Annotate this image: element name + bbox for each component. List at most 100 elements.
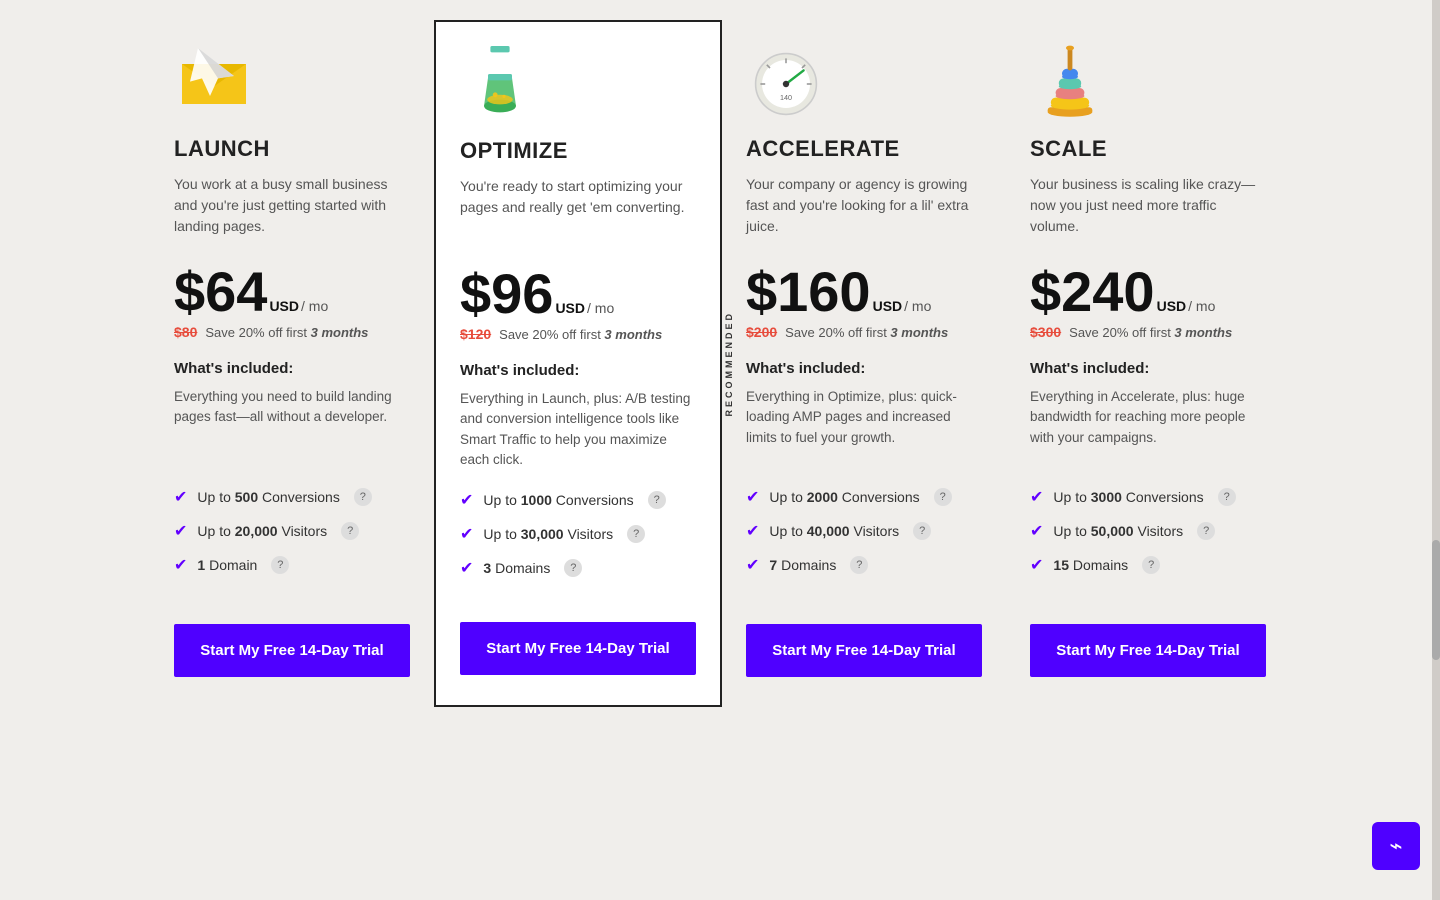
plan-description: You're ready to start optimizing your pa… — [460, 176, 696, 246]
cta-button[interactable]: Start My Free 14-Day Trial — [746, 624, 982, 677]
help-icon[interactable]: ? — [271, 556, 289, 574]
check-icon: ✔ — [174, 521, 187, 541]
feature-item: ✔ Up to 20,000 Visitors ? — [174, 521, 410, 541]
scrollbar-thumb[interactable] — [1432, 540, 1440, 660]
included-description: Everything in Launch, plus: A/B testing … — [460, 389, 696, 470]
price-currency: USD — [269, 298, 299, 314]
scrollbar[interactable] — [1432, 0, 1440, 900]
pricing-section: LAUNCH You work at a busy small business… — [70, 20, 1370, 707]
feature-text: 7 Domains — [769, 557, 836, 573]
help-icon[interactable]: ? — [648, 491, 666, 509]
help-icon[interactable]: ? — [1142, 556, 1160, 574]
price-savings: Save 20% off first 3 months — [785, 325, 948, 340]
price-period: / mo — [301, 298, 328, 314]
check-icon: ✔ — [746, 555, 759, 575]
price-period: / mo — [904, 298, 931, 314]
feature-text: Up to 2000 Conversions — [769, 489, 919, 505]
help-icon[interactable]: ? — [564, 559, 582, 577]
price-strikethrough: $80 — [174, 324, 197, 340]
whats-included-label: What's included: — [1030, 360, 1266, 377]
plan-description: Your company or agency is growing fast a… — [746, 174, 982, 244]
price-currency: USD — [1157, 298, 1187, 314]
plan-icon-launch — [174, 40, 254, 120]
price-original: $300 Save 20% off first 3 months — [1030, 324, 1266, 340]
price-amount: $96 — [460, 266, 553, 322]
help-icon[interactable]: ? — [341, 522, 359, 540]
plan-price: $96 USD / mo — [460, 266, 696, 322]
chat-icon: ⌁ — [1389, 833, 1402, 859]
feature-text: 1 Domain — [197, 557, 257, 573]
feature-text: Up to 500 Conversions — [197, 489, 339, 505]
plan-name: SCALE — [1030, 136, 1266, 162]
price-amount: $64 — [174, 264, 267, 320]
price-period: / mo — [587, 300, 614, 316]
check-icon: ✔ — [460, 558, 473, 578]
cta-button[interactable]: Start My Free 14-Day Trial — [1030, 624, 1266, 677]
included-description: Everything in Accelerate, plus: huge ban… — [1030, 387, 1266, 467]
help-icon[interactable]: ? — [627, 525, 645, 543]
whats-included-label: What's included: — [174, 360, 410, 377]
whats-included-label: What's included: — [746, 360, 982, 377]
feature-item: ✔ Up to 2000 Conversions ? — [746, 487, 982, 507]
feature-item: ✔ Up to 500 Conversions ? — [174, 487, 410, 507]
price-amount: $240 — [1030, 264, 1155, 320]
feature-item: ✔ 3 Domains ? — [460, 558, 696, 578]
plan-price: $160 USD / mo — [746, 264, 982, 320]
check-icon: ✔ — [1030, 487, 1043, 507]
feature-item: ✔ Up to 3000 Conversions ? — [1030, 487, 1266, 507]
included-description: Everything you need to build landing pag… — [174, 387, 410, 467]
feature-item: ✔ Up to 50,000 Visitors ? — [1030, 521, 1266, 541]
check-icon: ✔ — [460, 524, 473, 544]
price-original: $80 Save 20% off first 3 months — [174, 324, 410, 340]
feature-item: ✔ 15 Domains ? — [1030, 555, 1266, 575]
feature-item: ✔ Up to 30,000 Visitors ? — [460, 524, 696, 544]
features-list: ✔ Up to 500 Conversions ? ✔ Up to 20,000… — [174, 487, 410, 594]
cta-button[interactable]: Start My Free 14-Day Trial — [174, 624, 410, 677]
plan-name: OPTIMIZE — [460, 138, 696, 164]
plan-price: $64 USD / mo — [174, 264, 410, 320]
help-icon[interactable]: ? — [850, 556, 868, 574]
check-icon: ✔ — [460, 490, 473, 510]
feature-text: Up to 20,000 Visitors — [197, 523, 327, 539]
price-currency: USD — [873, 298, 903, 314]
whats-included-label: What's included: — [460, 362, 696, 379]
recommended-label: RECOMMENDED — [720, 22, 738, 705]
check-icon: ✔ — [174, 555, 187, 575]
plan-card-optimize: RECOMMENDED OPTIMIZE You're ready to sta… — [434, 20, 722, 707]
features-list: ✔ Up to 2000 Conversions ? ✔ Up to 40,00… — [746, 487, 982, 594]
help-icon[interactable]: ? — [934, 488, 952, 506]
plan-icon-optimize — [460, 42, 540, 122]
price-period: / mo — [1188, 298, 1215, 314]
help-icon[interactable]: ? — [1218, 488, 1236, 506]
help-icon[interactable]: ? — [913, 522, 931, 540]
feature-item: ✔ 7 Domains ? — [746, 555, 982, 575]
price-amount: $160 — [746, 264, 871, 320]
plan-card-scale: SCALE Your business is scaling like craz… — [1006, 20, 1290, 707]
recommended-text: RECOMMENDED — [724, 311, 734, 417]
price-strikethrough: $120 — [460, 326, 491, 342]
help-icon[interactable]: ? — [1197, 522, 1215, 540]
chat-button[interactable]: ⌁ — [1372, 822, 1420, 870]
price-original: $200 Save 20% off first 3 months — [746, 324, 982, 340]
feature-text: 3 Domains — [483, 560, 550, 576]
price-strikethrough: $300 — [1030, 324, 1061, 340]
plan-card-accelerate: 140 ACCELERATE Your company or agency is… — [722, 20, 1006, 707]
price-currency: USD — [555, 300, 585, 316]
check-icon: ✔ — [1030, 521, 1043, 541]
price-strikethrough: $200 — [746, 324, 777, 340]
feature-text: 15 Domains — [1053, 557, 1128, 573]
svg-text:140: 140 — [780, 93, 792, 102]
cta-button[interactable]: Start My Free 14-Day Trial — [460, 622, 696, 675]
feature-text: Up to 3000 Conversions — [1053, 489, 1203, 505]
plan-icon-scale — [1030, 40, 1110, 120]
plan-name: ACCELERATE — [746, 136, 982, 162]
help-icon[interactable]: ? — [354, 488, 372, 506]
price-savings: Save 20% off first 3 months — [499, 327, 662, 342]
check-icon: ✔ — [174, 487, 187, 507]
price-savings: Save 20% off first 3 months — [1069, 325, 1232, 340]
plan-price: $240 USD / mo — [1030, 264, 1266, 320]
plan-description: You work at a busy small business and yo… — [174, 174, 410, 244]
feature-text: Up to 30,000 Visitors — [483, 526, 613, 542]
features-list: ✔ Up to 1000 Conversions ? ✔ Up to 30,00… — [460, 490, 696, 592]
feature-text: Up to 50,000 Visitors — [1053, 523, 1183, 539]
